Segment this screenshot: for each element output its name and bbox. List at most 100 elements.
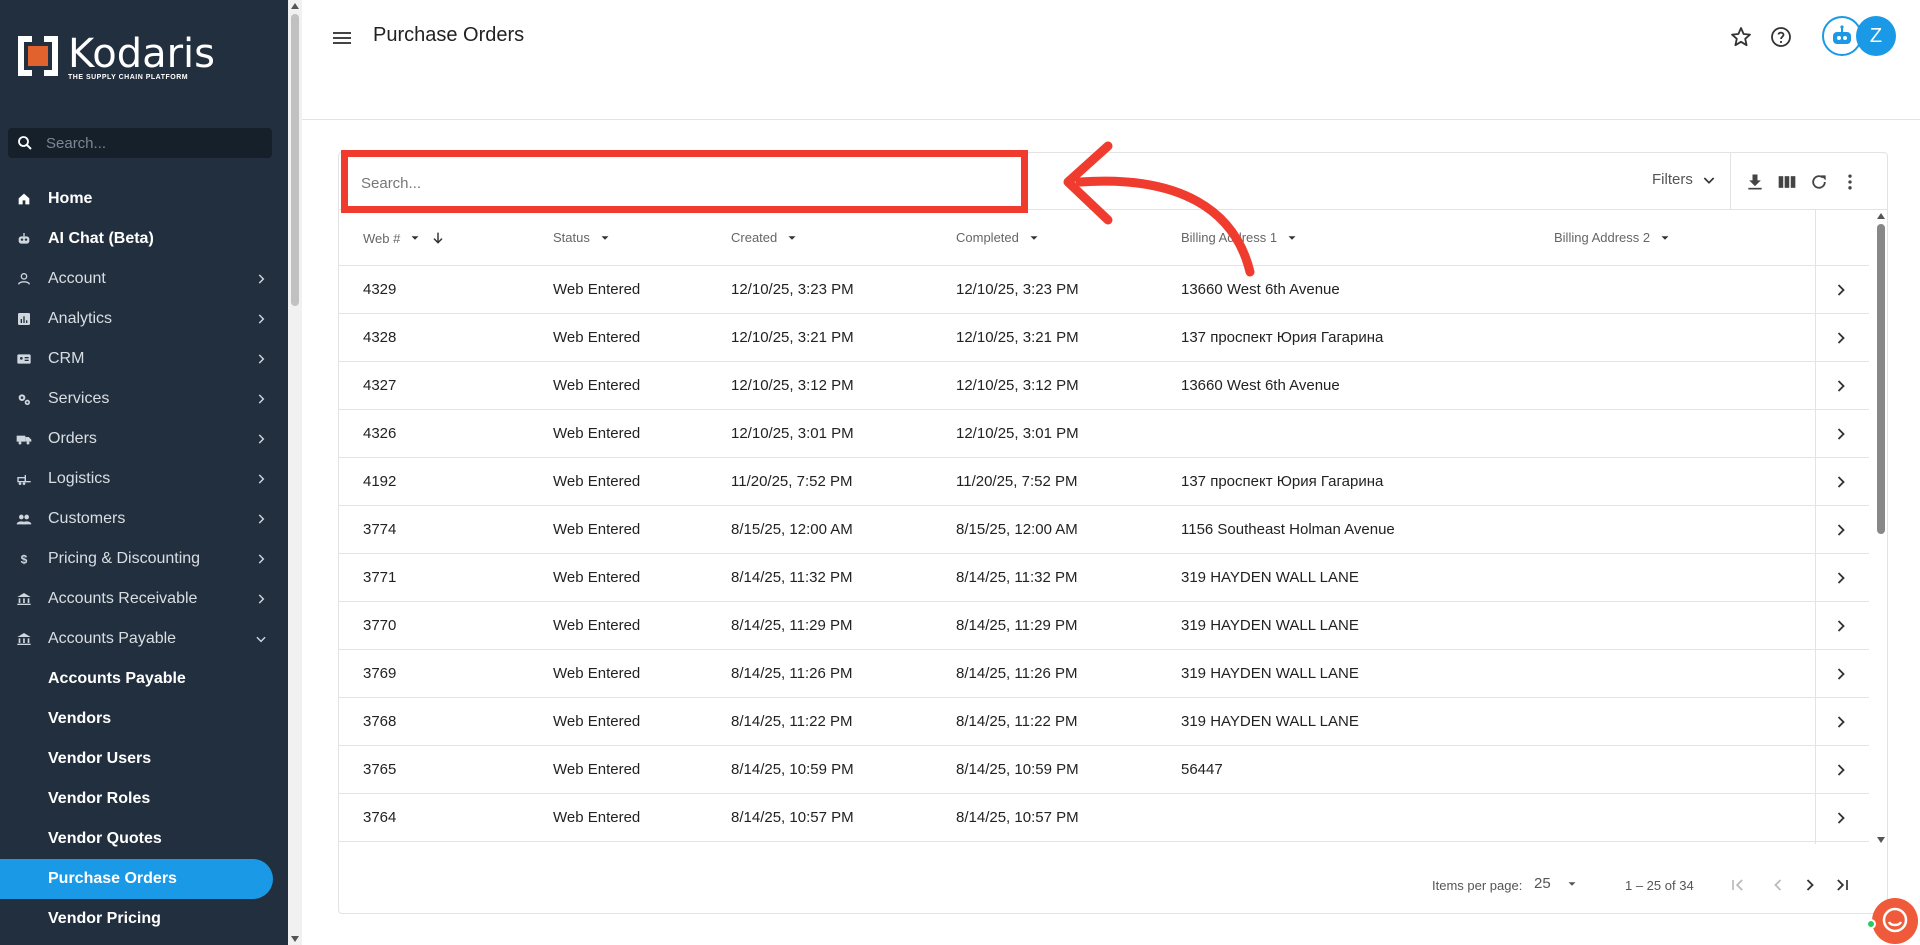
cell-completed: 8/14/25, 11:22 PM <box>956 713 1078 730</box>
hamburger-menu-icon <box>333 32 351 44</box>
sidebar-subitem-vendors[interactable]: Vendors <box>0 699 288 739</box>
column-label: Web # <box>363 230 401 246</box>
chevron-right-icon[interactable] <box>1831 712 1851 732</box>
column-header-web[interactable]: Web # <box>363 230 446 246</box>
table-row[interactable]: 3771 Web Entered 8/14/25, 11:32 PM 8/14/25,… <box>339 554 1869 602</box>
sidebar-item-accounts-receivable[interactable]: Accounts Receivable <box>0 579 288 619</box>
sidebar-item-home[interactable]: Home <box>0 179 288 219</box>
sidebar-item-crm[interactable]: CRM <box>0 339 288 379</box>
scroll-up-arrow-icon[interactable] <box>1877 213 1885 219</box>
table-body: 4329 Web Entered 12/10/25, 3:23 PM 12/10/25… <box>339 266 1869 844</box>
column-header-billing-address-1[interactable]: Billing Address 1 <box>1181 230 1299 245</box>
sidebar-subitem-vendor-roles[interactable]: Vendor Roles <box>0 779 288 819</box>
sidebar-subitem-purchase-orders[interactable]: Purchase Orders <box>0 859 273 899</box>
column-header-status[interactable]: Status <box>553 230 612 245</box>
sort-arrow-down-icon[interactable] <box>430 230 446 246</box>
menu-toggle-button[interactable] <box>330 26 354 50</box>
scrollbar-thumb[interactable] <box>291 14 299 306</box>
cell-status: Web Entered <box>553 473 641 490</box>
table-row[interactable]: 4327 Web Entered 12/10/25, 3:12 PM 12/10/25… <box>339 362 1869 410</box>
support-chat-button[interactable] <box>1872 898 1918 944</box>
table-row[interactable]: 3769 Web Entered 8/14/25, 11:26 PM 8/14/25,… <box>339 650 1869 698</box>
chevron-right-icon[interactable] <box>1831 424 1851 444</box>
column-header-created[interactable]: Created <box>731 230 799 245</box>
table-search-input[interactable] <box>361 167 861 199</box>
help-button[interactable] <box>1768 24 1794 50</box>
table-row[interactable]: 3768 Web Entered 8/14/25, 11:22 PM 8/14/25,… <box>339 698 1869 746</box>
columns-button[interactable] <box>1776 171 1798 193</box>
chevron-right-icon[interactable] <box>1831 376 1851 396</box>
sidebar-subitem-accounts-payable[interactable]: Accounts Payable <box>0 659 288 699</box>
cell-billing1: 319 HAYDEN WALL LANE <box>1181 713 1359 730</box>
column-header-completed[interactable]: Completed <box>956 230 1041 245</box>
favorite-button[interactable] <box>1728 24 1754 50</box>
truck-icon <box>16 431 32 447</box>
next-page-button[interactable] <box>1798 873 1822 897</box>
cell-created: 8/14/25, 11:26 PM <box>731 665 853 682</box>
sidebar-item-customers[interactable]: Customers <box>0 499 288 539</box>
scroll-up-arrow-icon[interactable] <box>291 3 299 9</box>
sidebar-subitem-vendor-quotes[interactable]: Vendor Quotes <box>0 819 288 859</box>
sidebar-item-label: Accounts Receivable <box>48 590 198 607</box>
first-page-button[interactable] <box>1726 873 1750 897</box>
forklift-icon <box>16 471 32 487</box>
cell-created: 8/14/25, 10:57 PM <box>731 809 854 826</box>
chevron-right-icon[interactable] <box>1831 472 1851 492</box>
chevron-right-icon[interactable] <box>1831 664 1851 684</box>
table-row[interactable]: 4328 Web Entered 12/10/25, 3:21 PM 12/10/25… <box>339 314 1869 362</box>
chevron-right-icon[interactable] <box>1831 760 1851 780</box>
chevron-right-icon[interactable] <box>1831 280 1851 300</box>
sidebar-item-account[interactable]: Account <box>0 259 288 299</box>
previous-page-button[interactable] <box>1766 873 1790 897</box>
sidebar-item-label: CRM <box>48 350 85 367</box>
kodaris-logo[interactable]: Kodaris THE SUPPLY CHAIN PLATFORM <box>16 34 215 84</box>
table-row[interactable]: 3765 Web Entered 8/14/25, 10:59 PM 8/14/25,… <box>339 746 1869 794</box>
chevron-down-icon <box>1703 176 1715 184</box>
sidebar-subitem-vendor-pricing[interactable]: Vendor Pricing <box>0 899 288 939</box>
sidebar-item-logistics[interactable]: Logistics <box>0 459 288 499</box>
table-row[interactable]: 3770 Web Entered 8/14/25, 11:29 PM 8/14/25,… <box>339 602 1869 650</box>
column-header-billing-address-2[interactable]: Billing Address 2 <box>1554 230 1672 245</box>
sidebar-item-analytics[interactable]: Analytics <box>0 299 288 339</box>
refresh-button[interactable] <box>1808 171 1830 193</box>
person-icon <box>16 271 32 287</box>
last-page-button[interactable] <box>1830 873 1854 897</box>
table-row[interactable]: 4326 Web Entered 12/10/25, 3:01 PM 12/10/25… <box>339 410 1869 458</box>
table-row[interactable]: 3774 Web Entered 8/15/25, 12:00 AM 8/15/25,… <box>339 506 1869 554</box>
table-row[interactable]: 4192 Web Entered 11/20/25, 7:52 PM 11/20/25… <box>339 458 1869 506</box>
sidebar-subitem-vendor-users[interactable]: Vendor Users <box>0 739 288 779</box>
bank-icon <box>16 631 32 647</box>
sidebar-item-pricing-discounting[interactable]: $ Pricing & Discounting <box>0 539 288 579</box>
scroll-down-arrow-icon[interactable] <box>291 936 299 942</box>
sidebar-search-input[interactable] <box>46 134 256 152</box>
chevron-right-icon[interactable] <box>1831 808 1851 828</box>
scroll-down-arrow-icon[interactable] <box>1877 837 1885 843</box>
sidebar-item-label: Accounts Payable <box>48 630 177 647</box>
filters-button[interactable]: Filters <box>1652 171 1717 188</box>
more-options-button[interactable] <box>1839 171 1861 193</box>
chevron-right-icon[interactable] <box>1831 568 1851 588</box>
table-scrollbar[interactable] <box>1876 210 1886 844</box>
chevron-right-icon[interactable] <box>1831 520 1851 540</box>
scrollbar-thumb[interactable] <box>1877 224 1885 534</box>
chevron-right-icon <box>258 394 265 404</box>
table-row[interactable]: 3764 Web Entered 8/14/25, 10:57 PM 8/14/25,… <box>339 794 1869 842</box>
chevron-right-icon[interactable] <box>1831 616 1851 636</box>
sidebar-item-services[interactable]: Services <box>0 379 288 419</box>
cell-status: Web Entered <box>553 425 641 442</box>
sidebar-item-ai-chat[interactable]: AI Chat (Beta) <box>0 219 288 259</box>
download-button[interactable] <box>1744 171 1766 193</box>
cell-created: 8/14/25, 10:59 PM <box>731 761 854 778</box>
chevron-right-icon[interactable] <box>1831 328 1851 348</box>
table-row[interactable]: 4329 Web Entered 12/10/25, 3:23 PM 12/10/25… <box>339 266 1869 314</box>
sidebar-item-orders[interactable]: Orders <box>0 419 288 459</box>
people-icon <box>16 511 32 527</box>
sidebar-search[interactable] <box>8 128 272 158</box>
user-avatar[interactable]: Z <box>1856 16 1896 56</box>
cell-completed: 8/15/25, 12:00 AM <box>956 521 1078 538</box>
items-per-page-select[interactable]: 25 <box>1534 875 1579 892</box>
sidebar-scrollbar[interactable] <box>288 0 302 945</box>
sidebar-item-accounts-payable[interactable]: Accounts Payable <box>0 619 288 659</box>
cell-web: 4326 <box>363 425 397 442</box>
brand-name: Kodaris <box>68 31 216 77</box>
